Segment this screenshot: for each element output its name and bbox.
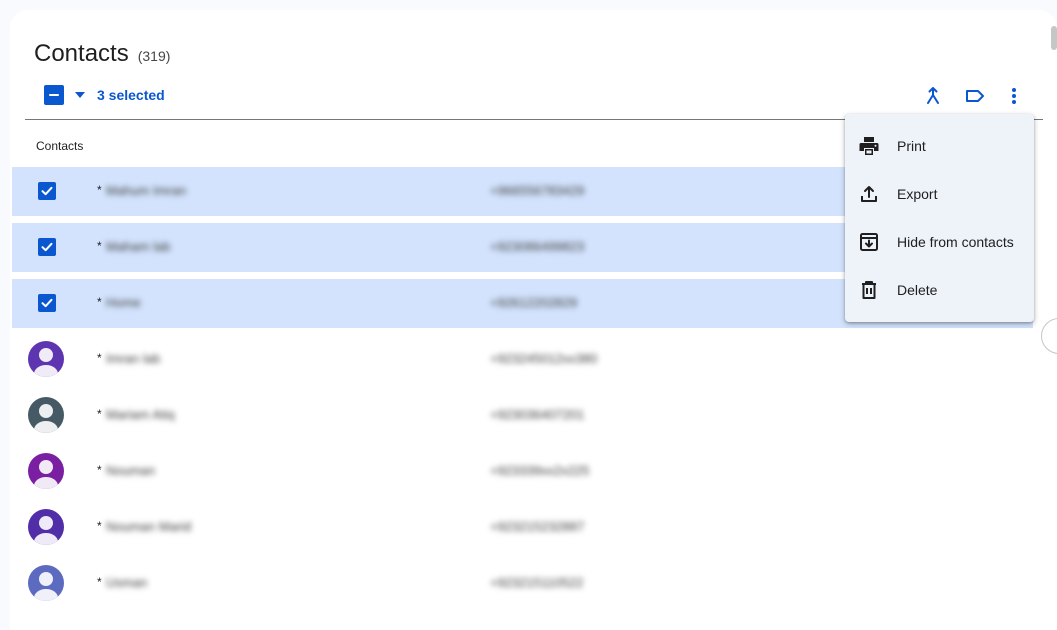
- contact-name: Nouman Marid: [106, 519, 192, 534]
- selection-dropdown-icon[interactable]: [73, 90, 87, 100]
- starred-marker: *: [97, 407, 102, 421]
- starred-marker: *: [97, 463, 102, 477]
- contact-name: Home: [106, 295, 141, 310]
- contact-row[interactable]: * Usman +923215110522: [12, 559, 1033, 608]
- menu-item-print[interactable]: Print: [845, 122, 1034, 170]
- more-options-icon[interactable]: [1002, 84, 1026, 108]
- menu-label-hide: Hide from contacts: [897, 234, 1014, 250]
- contact-name: Usman: [106, 575, 148, 590]
- starred-marker: *: [97, 351, 102, 365]
- contact-name: Maham lab: [106, 239, 171, 254]
- selection-bar: 3 selected: [44, 84, 165, 106]
- menu-item-delete[interactable]: Delete: [845, 266, 1034, 314]
- row-checkbox[interactable]: [38, 238, 56, 256]
- menu-label-print: Print: [897, 138, 926, 154]
- menu-item-hide-from-contacts[interactable]: Hide from contacts: [845, 218, 1034, 266]
- contact-name: Imran lab: [106, 351, 161, 366]
- avatar[interactable]: [28, 565, 64, 601]
- row-checkbox[interactable]: [38, 182, 56, 200]
- contact-phone: +923339xx2x225: [490, 463, 590, 478]
- label-icon[interactable]: [963, 84, 987, 108]
- print-icon: [857, 134, 881, 158]
- select-all-checkbox[interactable]: [44, 85, 64, 105]
- contact-row[interactable]: * Nouman Marid +923215232887: [12, 503, 1033, 552]
- avatar[interactable]: [28, 397, 64, 433]
- selected-count: 3 selected: [97, 87, 165, 103]
- contact-phone: +966556783429: [490, 183, 585, 198]
- page-scrollbar[interactable]: [1051, 26, 1057, 50]
- contact-count: (319): [137, 48, 171, 64]
- merge-icon[interactable]: [921, 84, 945, 108]
- starred-marker: *: [97, 239, 102, 253]
- starred-marker: *: [97, 295, 102, 309]
- delete-icon: [857, 278, 881, 302]
- contact-phone: +923215110522: [490, 575, 584, 590]
- contact-phone: +923086499823: [490, 239, 585, 254]
- page-title: Contacts: [34, 40, 129, 67]
- contact-row[interactable]: * Mariam Atiq +923036407201: [12, 391, 1033, 440]
- contact-name: Mahum Imran: [106, 183, 187, 198]
- contact-phone: +923245012xx380: [490, 351, 598, 366]
- hide-icon: [857, 230, 881, 254]
- menu-item-export[interactable]: Export: [845, 170, 1034, 218]
- contact-phone: +923036407201: [490, 407, 585, 422]
- avatar[interactable]: [28, 509, 64, 545]
- starred-marker: *: [97, 575, 102, 589]
- starred-marker: *: [97, 519, 102, 533]
- starred-marker: *: [97, 183, 102, 197]
- more-options-menu: Print Export Hide from contacts Delete: [845, 114, 1034, 322]
- avatar[interactable]: [28, 341, 64, 377]
- contact-row[interactable]: * Nouman +923339xx2x225: [12, 447, 1033, 496]
- page-header: Contacts (319): [34, 40, 170, 68]
- contact-phone: +92612202829: [490, 295, 578, 310]
- avatar[interactable]: [28, 453, 64, 489]
- column-header-contacts: Contacts: [36, 139, 84, 153]
- row-checkbox[interactable]: [38, 294, 56, 312]
- export-icon: [857, 182, 881, 206]
- menu-label-export: Export: [897, 186, 938, 202]
- menu-label-delete: Delete: [897, 282, 938, 298]
- contact-name: Mariam Atiq: [106, 407, 175, 422]
- contact-row[interactable]: * Imran lab +923245012xx380: [12, 335, 1033, 384]
- contact-name: Nouman: [106, 463, 156, 478]
- contact-phone: +923215232887: [490, 519, 585, 534]
